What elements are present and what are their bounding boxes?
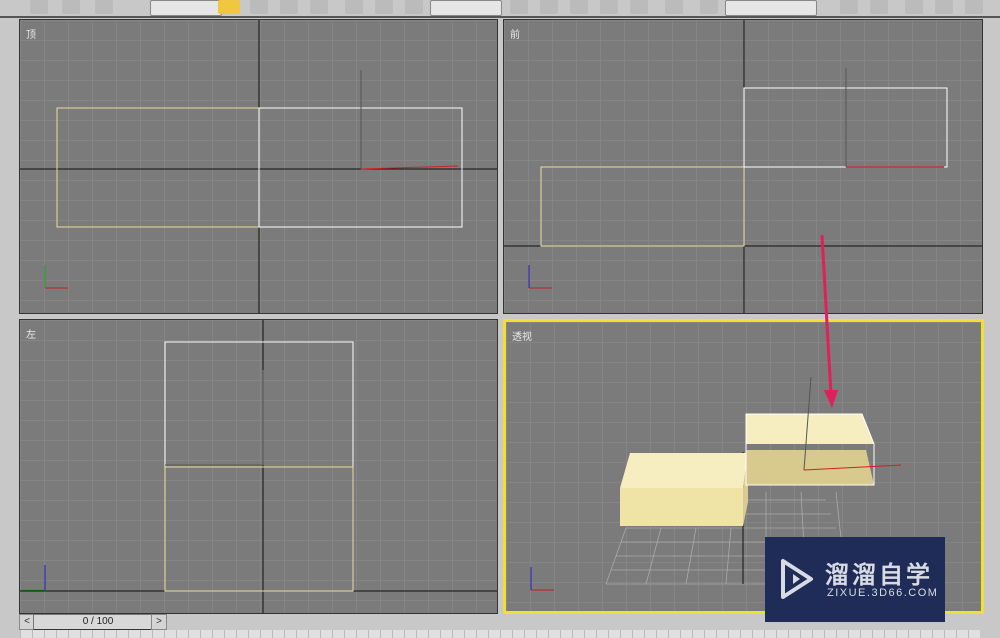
watermark-title: 溜溜自学 bbox=[825, 562, 933, 589]
watermark-url: ZIXUE.3D66.COM bbox=[827, 587, 939, 599]
watermark-logo: 溜溜自学 ZIXUE.3D66.COM bbox=[765, 537, 945, 622]
play-logo-icon bbox=[781, 559, 813, 599]
